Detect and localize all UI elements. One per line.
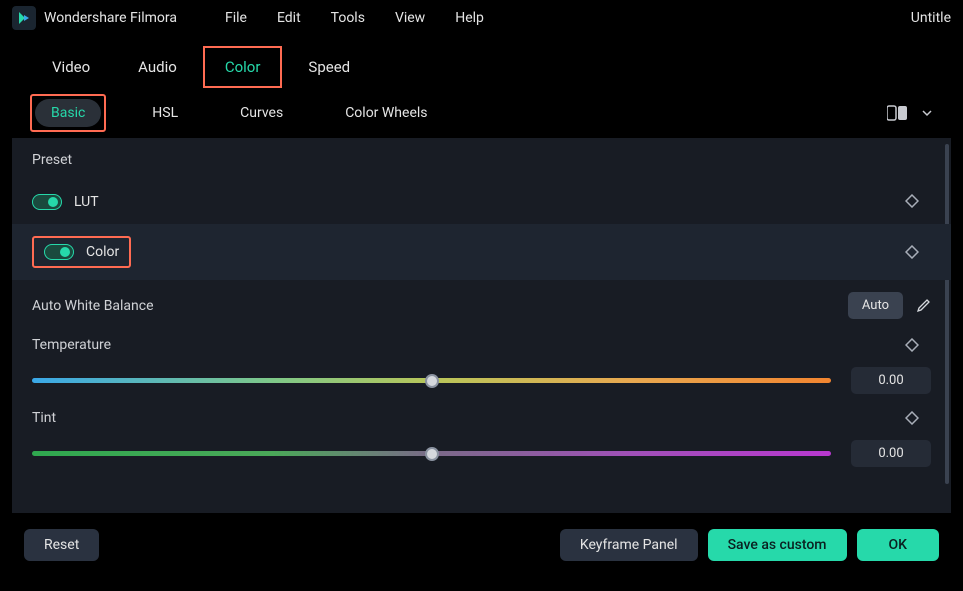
temperature-value[interactable]: 0.00 — [851, 367, 931, 394]
reset-button[interactable]: Reset — [24, 529, 99, 561]
lut-label: LUT — [74, 194, 99, 210]
subtab-basic[interactable]: Basic — [35, 99, 101, 127]
temperature-label: Temperature — [32, 337, 111, 353]
color-toggle[interactable] — [44, 244, 74, 260]
menu-help[interactable]: Help — [455, 10, 484, 26]
tint-slider[interactable] — [32, 451, 831, 456]
eyedropper-icon[interactable] — [915, 298, 931, 314]
color-panel: Preset LUT Color Auto White Balance Auto — [12, 138, 951, 513]
menu-edit[interactable]: Edit — [277, 10, 301, 26]
compare-icon[interactable] — [887, 105, 909, 121]
top-tabs: Video Audio Color Speed — [0, 36, 963, 88]
tab-speed[interactable]: Speed — [286, 46, 372, 88]
subtab-color-wheels[interactable]: Color Wheels — [329, 99, 443, 127]
lut-row: LUT — [32, 184, 931, 220]
color-keyframe-diamond-icon[interactable] — [905, 245, 919, 259]
menu-file[interactable]: File — [225, 10, 247, 26]
tab-audio[interactable]: Audio — [116, 46, 199, 88]
sub-tabs: Basic HSL Curves Color Wheels — [0, 88, 963, 138]
ok-button[interactable]: OK — [857, 529, 940, 561]
menu-bar: File Edit Tools View Help — [225, 10, 484, 26]
temperature-slider[interactable] — [32, 378, 831, 383]
menu-tools[interactable]: Tools — [331, 10, 365, 26]
color-label: Color — [86, 244, 119, 260]
temperature-keyframe-diamond-icon[interactable] — [905, 338, 919, 352]
tint-label: Tint — [32, 410, 56, 426]
auto-white-balance-row: Auto White Balance Auto — [32, 292, 931, 319]
scrollbar[interactable] — [945, 144, 949, 484]
title-bar: Wondershare Filmora File Edit Tools View… — [0, 0, 963, 36]
auto-button[interactable]: Auto — [848, 292, 903, 319]
tab-video[interactable]: Video — [30, 46, 112, 88]
lut-toggle[interactable] — [32, 194, 62, 210]
lut-keyframe-diamond-icon[interactable] — [905, 194, 919, 208]
temperature-slider-thumb[interactable] — [425, 374, 439, 388]
document-title: Untitle — [911, 10, 951, 26]
tint-value[interactable]: 0.00 — [851, 440, 931, 467]
tint-slider-thumb[interactable] — [425, 447, 439, 461]
temperature-group: Temperature 0.00 — [32, 337, 931, 394]
subtab-hsl[interactable]: HSL — [136, 99, 194, 127]
footer: Reset Keyframe Panel Save as custom OK — [0, 513, 963, 577]
tab-color[interactable]: Color — [203, 46, 283, 88]
app-title: Wondershare Filmora — [44, 10, 177, 26]
save-as-custom-button[interactable]: Save as custom — [708, 529, 847, 561]
subtab-curves[interactable]: Curves — [224, 99, 299, 127]
preset-label: Preset — [32, 152, 931, 168]
filmora-logo-icon — [12, 6, 36, 30]
auto-wb-label: Auto White Balance — [32, 298, 154, 314]
chevron-down-icon[interactable] — [921, 107, 933, 119]
tint-group: Tint 0.00 — [32, 410, 931, 467]
menu-view[interactable]: View — [395, 10, 425, 26]
tint-keyframe-diamond-icon[interactable] — [905, 411, 919, 425]
keyframe-panel-button[interactable]: Keyframe Panel — [560, 529, 698, 561]
color-section: Color — [12, 224, 951, 280]
